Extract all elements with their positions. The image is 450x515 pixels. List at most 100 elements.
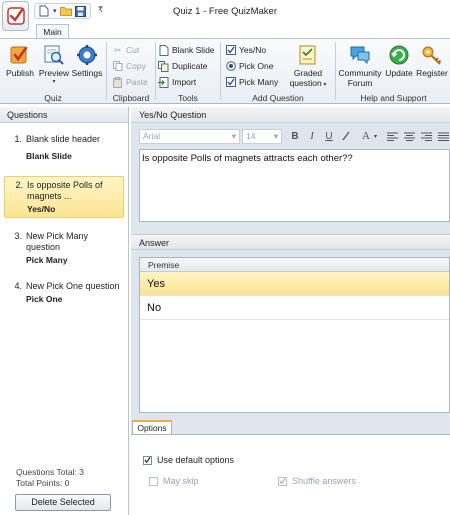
tab-options[interactable]: Options	[132, 420, 172, 434]
clipboard-group-label: Clipboard	[112, 93, 150, 103]
question-text-editor[interactable]: Is opposite Polls of magnets attracts ea…	[139, 149, 450, 222]
delete-selected-button[interactable]: Delete Selected	[15, 494, 111, 511]
checkbox-checked-icon	[143, 455, 152, 465]
scissors-icon: ✂	[113, 44, 122, 55]
blank-slide-button[interactable]: Blank Slide	[158, 43, 215, 57]
import-icon	[158, 76, 169, 88]
duplicate-icon	[158, 60, 169, 72]
title-bar: ▾ ₹ Quiz 1 - Free QuizMaker	[0, 0, 450, 31]
refresh-icon	[387, 43, 411, 67]
community-forum-icon	[348, 43, 372, 67]
quiz-group: Publish Preview ▾ Settings Quiz	[2, 41, 104, 103]
help-group-label: Help and Support	[360, 93, 427, 103]
question-title: Is opposite Polls of magnets ...	[27, 180, 103, 201]
copy-button[interactable]: Copy	[112, 59, 146, 73]
radio-icon	[225, 61, 236, 72]
align-left-icon[interactable]	[385, 129, 399, 143]
ribbon: Publish Preview ▾ Settings Quiz ✂ Cut Co…	[0, 38, 450, 104]
community-forum-button[interactable]: Community Forum	[337, 41, 383, 88]
import-button[interactable]: Import	[158, 75, 196, 89]
chevron-down-icon: ▾	[273, 130, 278, 141]
tools-group: Blank Slide Duplicate Import Tools	[157, 41, 219, 103]
ribbon-divider	[335, 42, 336, 100]
cut-button[interactable]: ✂ Cut	[112, 43, 139, 57]
chevron-down-icon: ▾	[231, 130, 236, 141]
tools-group-label: Tools	[178, 93, 198, 103]
checkbox-icon	[225, 77, 236, 88]
question-type-header: Yes/No Question	[131, 107, 450, 123]
clear-format-icon[interactable]	[339, 129, 353, 143]
question-type: Pick Many	[26, 255, 68, 265]
graded-question-button[interactable]: Graded question ▾	[284, 41, 332, 88]
publish-button[interactable]: Publish	[4, 41, 36, 78]
ribbon-divider	[220, 42, 221, 100]
align-right-icon[interactable]	[419, 129, 433, 143]
pick-many-button[interactable]: Pick Many	[225, 75, 278, 89]
add-question-group-label: Add Question	[252, 93, 304, 103]
answer-list: Premise Yes No	[139, 257, 450, 413]
font-color-icon[interactable]: A	[359, 129, 373, 143]
question-type: Blank Slide	[26, 151, 72, 161]
question-item-selected[interactable]: 2. Is opposite Polls of magnets ... Yes/…	[4, 176, 124, 218]
may-skip-checkbox[interactable]: May skip	[149, 476, 199, 486]
question-title: New Pick One question	[26, 281, 120, 291]
underline-icon[interactable]: U	[322, 129, 336, 143]
question-item[interactable]: 3. New Pick Many question Pick Many	[4, 228, 124, 268]
bold-icon[interactable]: B	[288, 129, 302, 143]
options-panel: Use default options May skip Shuffle ans…	[131, 434, 450, 515]
font-size-select[interactable]: 14 ▾	[242, 128, 282, 144]
paste-button[interactable]: Paste	[112, 75, 148, 89]
answer-row-yes[interactable]: Yes	[140, 272, 449, 296]
align-justify-icon[interactable]	[436, 129, 450, 143]
yes-no-button[interactable]: Yes/No	[225, 43, 266, 57]
preview-button[interactable]: Preview ▾	[38, 41, 70, 85]
publish-icon	[8, 43, 32, 67]
gear-icon	[75, 43, 99, 67]
questions-header: Questions	[0, 107, 128, 123]
preview-dropdown-icon: ▾	[52, 79, 56, 85]
add-question-group: Yes/No Pick One Pick Many Graded questio…	[222, 41, 334, 103]
copy-icon	[112, 61, 123, 72]
use-default-options-checkbox[interactable]: Use default options	[143, 455, 234, 465]
blank-slide-icon	[158, 44, 169, 56]
ribbon-divider	[106, 42, 107, 100]
font-color-dropdown-icon[interactable]: ▾	[374, 133, 377, 140]
duplicate-button[interactable]: Duplicate	[158, 59, 207, 73]
question-type: Pick One	[26, 294, 63, 304]
question-item[interactable]: 4. New Pick One question Pick One	[4, 278, 124, 307]
checkbox-checked-icon	[278, 476, 287, 486]
pick-one-button[interactable]: Pick One	[225, 59, 274, 73]
quiz-stats: Questions Total: 3 Total Points: 0	[16, 467, 84, 488]
question-title: Blank slide header	[26, 134, 101, 144]
question-title: New Pick Many question	[26, 231, 89, 252]
update-button[interactable]: Update	[383, 41, 415, 78]
answer-row-no[interactable]: No	[140, 296, 449, 320]
register-button[interactable]: Register	[415, 41, 449, 78]
answer-header: Answer	[131, 234, 450, 250]
editor-area: Yes/No Question Arial ▾ 14 ▾ B I U A ▾ Is …	[131, 107, 450, 515]
tab-main[interactable]: Main	[36, 24, 69, 39]
formatting-toolbar: Arial ▾ 14 ▾ B I U A ▾	[139, 128, 450, 144]
question-type: Yes/No	[27, 204, 56, 214]
shuffle-answers-checkbox[interactable]: Shuffle answers	[278, 476, 356, 486]
question-item[interactable]: 1. Blank slide header Blank Slide	[4, 131, 124, 164]
ribbon-tabs: Main	[0, 24, 450, 39]
total-points: Total Points: 0	[16, 477, 70, 488]
paste-icon	[112, 76, 123, 88]
italic-icon[interactable]: I	[305, 129, 319, 143]
key-icon	[420, 43, 444, 67]
questions-total: Questions Total: 3	[16, 467, 84, 477]
yes-no-icon	[225, 45, 236, 56]
checkbox-unchecked-icon	[149, 476, 158, 486]
window-title: Quiz 1 - Free QuizMaker	[173, 6, 277, 17]
preview-icon	[42, 43, 66, 67]
graded-dropdown-icon: ▾	[321, 82, 327, 88]
align-center-icon[interactable]	[402, 129, 416, 143]
help-support-group: Community Forum Update Register Help and…	[337, 41, 450, 103]
font-family-select[interactable]: Arial ▾	[139, 128, 240, 144]
quiz-group-label: Quiz	[44, 93, 62, 103]
settings-button[interactable]: Settings	[70, 41, 104, 78]
graded-question-icon	[296, 43, 320, 67]
questions-panel: Questions 1. Blank slide header Blank Sl…	[0, 107, 129, 515]
premise-column-header: Premise	[140, 258, 449, 272]
